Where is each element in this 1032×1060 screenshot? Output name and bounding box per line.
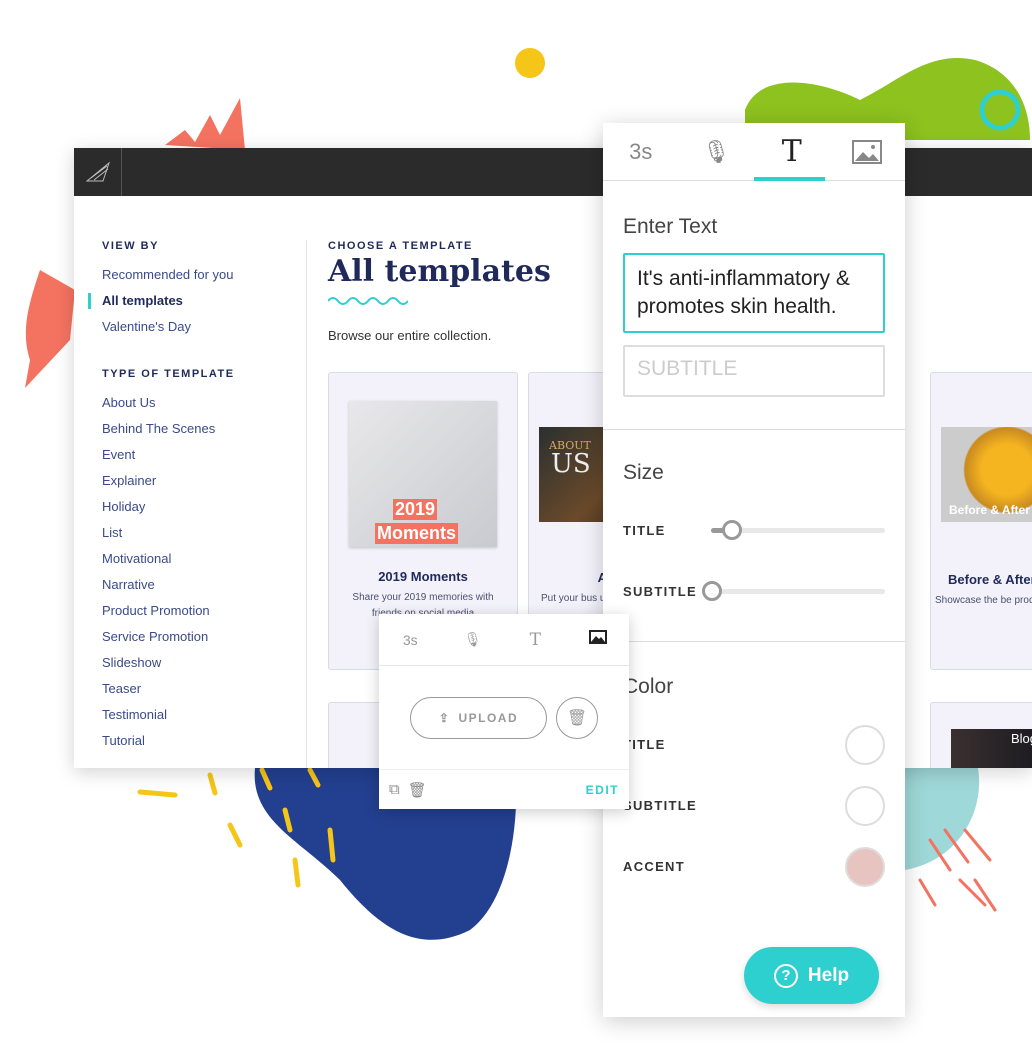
sidebar-item-type[interactable]: Narrative: [102, 572, 302, 598]
card-thumbnail: Blog: [951, 729, 1032, 768]
mic-icon: 🎙︎: [702, 138, 731, 164]
trash-icon: 🗑︎: [566, 710, 588, 727]
duplicate-icon[interactable]: ⧉: [389, 781, 400, 798]
slider-handle[interactable]: [722, 520, 742, 540]
thumbnail-text: US: [551, 449, 591, 479]
divider: [603, 641, 905, 642]
card-title: Before & After: [948, 572, 1032, 587]
tab-voice[interactable]: 🎙︎: [679, 123, 755, 180]
sidebar-item-type[interactable]: List: [102, 520, 302, 546]
thumbnail-text: Moments: [375, 523, 459, 544]
image-icon: [852, 139, 883, 164]
card-title: 2019 Moments: [378, 569, 468, 584]
popup-tabs: 3s 🎙︎ T: [379, 614, 629, 666]
tab-text[interactable]: T: [504, 630, 567, 650]
text-editor-panel: 3s 🎙︎ T Enter Text It's anti-inflammator…: [603, 123, 905, 1017]
sidebar-item-type[interactable]: Event: [102, 442, 302, 468]
subtitle-input[interactable]: SUBTITLE: [623, 345, 885, 397]
upload-icon: ⇪: [438, 711, 451, 725]
sidebar: VIEW BY Recommended for you All template…: [88, 240, 302, 754]
sidebar-item-all-templates[interactable]: All templates: [88, 288, 302, 314]
active-tab-indicator: [754, 177, 825, 181]
sidebar-item-type[interactable]: Tutorial: [102, 728, 302, 754]
template-gallery: CHOOSE A TEMPLATE All templates Browse o…: [327, 240, 551, 343]
eyebrow: CHOOSE A TEMPLATE: [328, 240, 473, 252]
title-color-swatch[interactable]: [845, 725, 885, 765]
sidebar-item-type[interactable]: About Us: [102, 390, 302, 416]
tab-text[interactable]: T: [754, 123, 830, 180]
template-card[interactable]: Before & After Before & After Showcase t…: [930, 372, 1032, 670]
editor-tabs: 3s 🎙︎ T: [603, 123, 905, 181]
color-heading: Color: [623, 675, 674, 698]
thumbnail-text: Before & After: [949, 503, 1030, 517]
tab-image[interactable]: [830, 123, 906, 180]
subtitle-size-slider[interactable]: [702, 581, 885, 601]
trash-icon[interactable]: 🗑︎: [408, 781, 427, 799]
image-icon: [588, 630, 607, 644]
mic-icon: 🎙︎: [463, 631, 482, 647]
title-text-input[interactable]: It's anti-inflammatory & promotes skin h…: [623, 253, 885, 333]
help-icon: ?: [773, 963, 798, 988]
title-size-slider[interactable]: [711, 520, 885, 540]
delete-image-button[interactable]: 🗑︎: [556, 697, 598, 739]
tab-voice[interactable]: 🎙︎: [442, 631, 505, 648]
view-by-heading: VIEW BY: [102, 240, 159, 252]
color-title-label: TITLE: [623, 737, 666, 752]
tab-duration[interactable]: 3s: [603, 123, 679, 180]
tab-image[interactable]: [567, 630, 630, 649]
image-editor-popup: 3s 🎙︎ T ⇪ UPLOAD 🗑︎ ⧉ 🗑︎ EDIT: [379, 614, 629, 809]
thumbnail-text: 2019: [393, 499, 438, 520]
tab-duration[interactable]: 3s: [379, 632, 442, 648]
app-logo[interactable]: [74, 148, 122, 196]
sidebar-item-valentines[interactable]: Valentine's Day: [102, 314, 302, 340]
size-heading: Size: [623, 461, 664, 484]
sidebar-item-type[interactable]: Testimonial: [102, 702, 302, 728]
page-title: All templates: [328, 254, 551, 289]
sidebar-item-type[interactable]: Behind The Scenes: [102, 416, 302, 442]
wave-underline: [327, 297, 409, 305]
type-heading: TYPE OF TEMPLATE: [102, 368, 235, 380]
accent-color-swatch[interactable]: [845, 847, 885, 887]
card-thumbnail: Before & After: [941, 427, 1032, 522]
help-button[interactable]: ? Help: [744, 947, 879, 1004]
logo-icon: [85, 161, 110, 182]
enter-text-label: Enter Text: [623, 215, 718, 238]
popup-footer: ⧉ 🗑︎ EDIT: [379, 769, 629, 809]
sidebar-item-type[interactable]: Motivational: [102, 546, 302, 572]
page-subtitle: Browse our entire collection.: [328, 328, 492, 343]
color-accent-label: ACCENT: [623, 859, 685, 874]
divider: [306, 240, 307, 768]
upload-label: UPLOAD: [458, 711, 519, 725]
edit-button[interactable]: EDIT: [586, 783, 619, 797]
sidebar-item-type[interactable]: Product Promotion: [102, 598, 302, 624]
sidebar-item-type[interactable]: Service Promotion: [102, 624, 302, 650]
text-icon: T: [529, 629, 541, 650]
size-title-label: TITLE: [623, 523, 666, 538]
slider-handle[interactable]: [702, 581, 722, 601]
sidebar-item-type[interactable]: Slideshow: [102, 650, 302, 676]
color-subtitle-label: SUBTITLE: [623, 798, 697, 813]
divider: [603, 429, 905, 430]
sidebar-item-recommended[interactable]: Recommended for you: [102, 262, 302, 288]
card-description: Showcase the be product or service befor…: [935, 595, 1032, 606]
subtitle-color-swatch[interactable]: [845, 786, 885, 826]
sidebar-item-type[interactable]: Explainer: [102, 468, 302, 494]
help-label: Help: [807, 964, 850, 986]
sidebar-item-type[interactable]: Holiday: [102, 494, 302, 520]
upload-button[interactable]: ⇪ UPLOAD: [410, 697, 547, 739]
sidebar-item-type[interactable]: Teaser: [102, 676, 302, 702]
card-thumbnail: 2019 Moments: [349, 401, 497, 547]
size-subtitle-label: SUBTITLE: [623, 584, 697, 599]
thumbnail-text: Blog: [1010, 731, 1032, 746]
template-card[interactable]: Blog: [930, 702, 1032, 768]
text-icon: T: [781, 134, 802, 169]
